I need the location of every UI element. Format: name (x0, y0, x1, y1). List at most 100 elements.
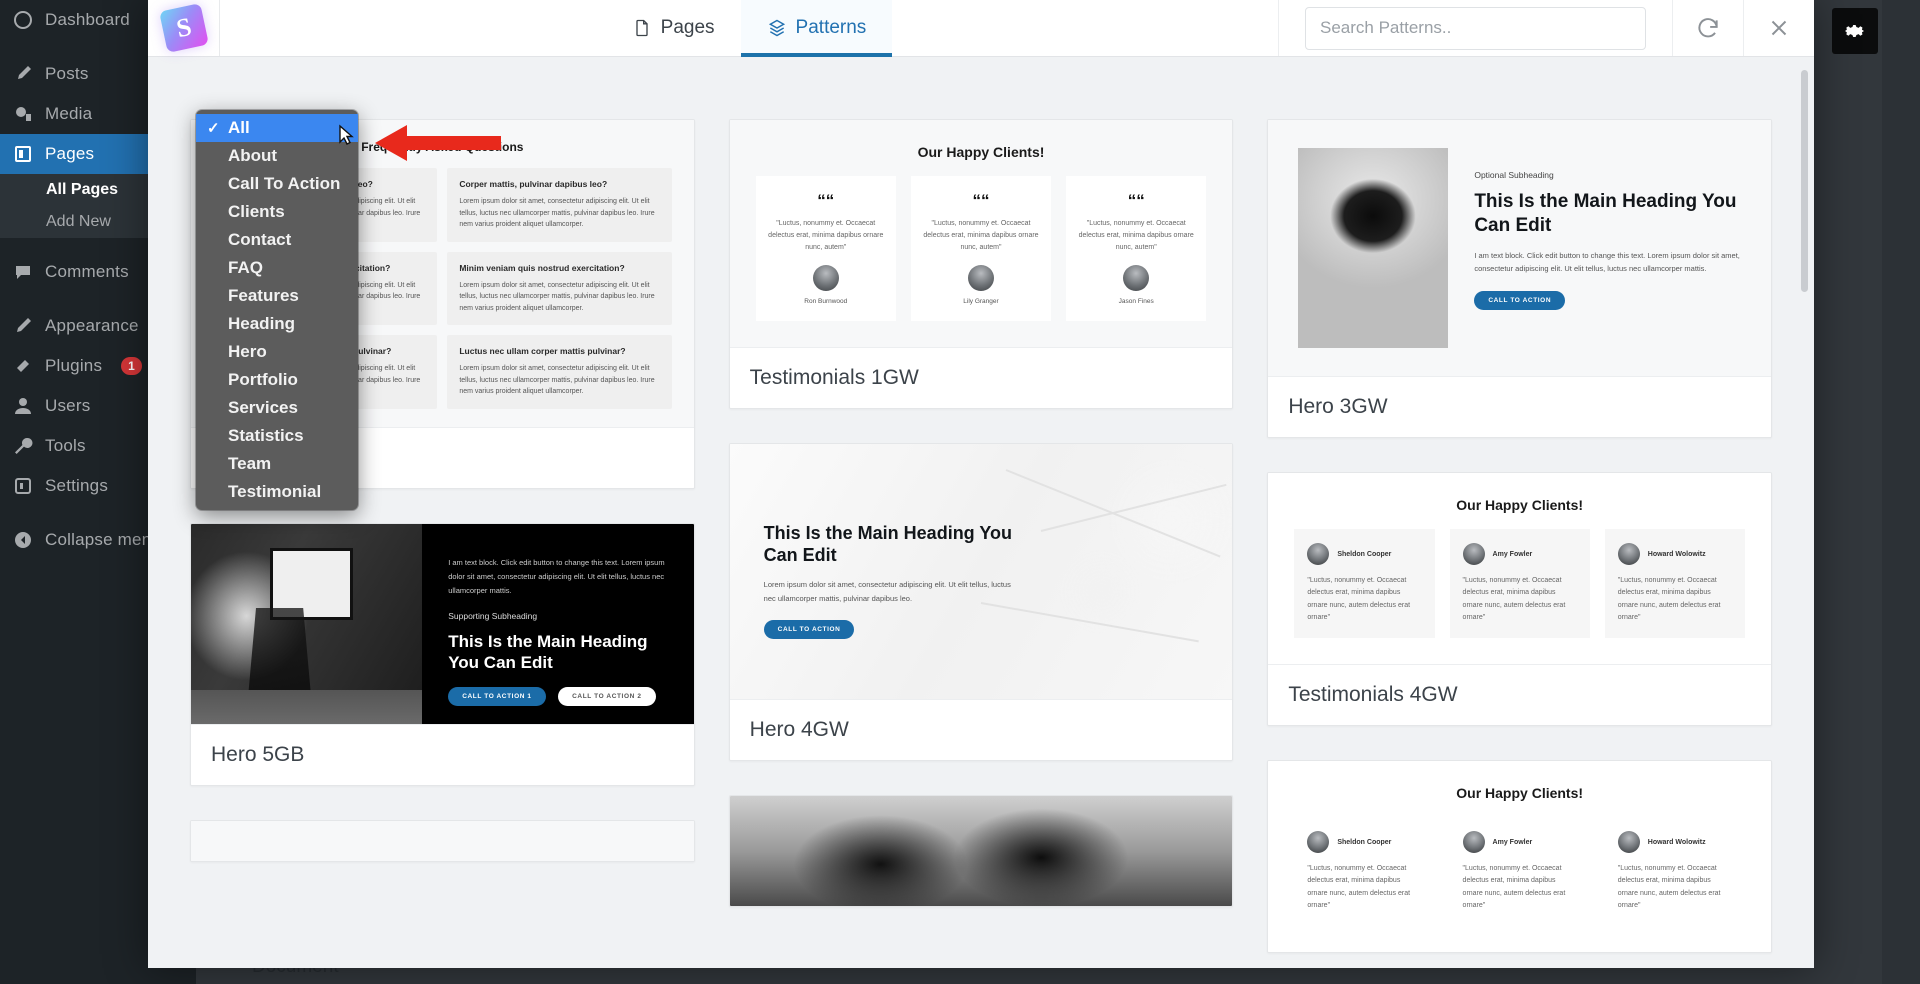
pattern-preview: Optional Subheading This Is the Main Hea… (1268, 120, 1771, 376)
pattern-card-partial-dark[interactable] (728, 794, 1234, 907)
submenu-label: Add New (46, 213, 111, 230)
hero-image: This Is the Main Heading You Can Edit Lo… (729, 443, 1233, 699)
dropdown-option-label: FAQ (228, 258, 263, 277)
pattern-card-hero-5gb[interactable]: I am text block. Click edit button to ch… (190, 522, 695, 786)
dropdown-option-clients[interactable]: Clients (196, 198, 358, 226)
close-button[interactable] (1743, 0, 1814, 56)
pattern-card-hero-3gw[interactable]: Optional Subheading This Is the Main Hea… (1267, 119, 1772, 438)
dropdown-option-faq[interactable]: FAQ (196, 254, 358, 282)
dropdown-option-team[interactable]: Team (196, 450, 358, 478)
logo-cell: S (148, 0, 220, 56)
pattern-card-testimonials-5gw[interactable]: Our Happy Clients! Sheldon Cooper "Luctu… (1267, 760, 1772, 953)
testimonial-quote: "Luctus, nonummy et. Occaecat delectus e… (1462, 577, 1566, 621)
pattern-name: Hero 3GW (1268, 376, 1771, 437)
dropdown-option-services[interactable]: Services (196, 394, 358, 422)
dropdown-option-contact[interactable]: Contact (196, 226, 358, 254)
dropdown-option-label: Statistics (228, 426, 304, 445)
testimonial-item: Howard Wolowitz "Luctus, nonummy et. Occ… (1604, 529, 1745, 638)
pattern-name: Hero 5GB (191, 723, 694, 785)
dropdown-option-label: Contact (228, 230, 292, 249)
hero-text: I am text block. Click edit button to ch… (1474, 250, 1740, 274)
pattern-card-hero-4gw[interactable]: This Is the Main Heading You Can Edit Lo… (728, 442, 1234, 761)
testimonial-items: ““ "Luctus, nonummy et. Occaecat delectu… (730, 176, 1233, 347)
dropdown-option-label: Testimonial (228, 482, 322, 501)
faq-item: Corper mattis, pulvinar dapibus leo? Lor… (447, 168, 672, 242)
cta-button-1[interactable]: CALL TO ACTION 1 (448, 687, 546, 707)
modal-tabs: Pages Patterns (220, 0, 1278, 57)
dropdown-option-label: Call To Action (228, 174, 341, 193)
gear-icon[interactable] (1832, 8, 1878, 54)
sidebar-label: Tools (45, 436, 86, 455)
pattern-name: Hero 4GW (729, 698, 1233, 760)
dropdown-option-portfolio[interactable]: Portfolio (196, 366, 358, 394)
avatar (967, 264, 994, 291)
preview-heading: Our Happy Clients! (917, 144, 1045, 160)
category-filter-dropdown[interactable]: ✓ All About Call To Action Clients Conta… (196, 110, 358, 510)
dropdown-option-about[interactable]: About (196, 142, 358, 170)
testimonial-quote: "Luctus, nonummy et. Occaecat delectus e… (768, 220, 884, 251)
layers-icon (768, 19, 785, 37)
refresh-icon (1698, 18, 1718, 38)
dropdown-option-call-to-action[interactable]: Call To Action (196, 170, 358, 198)
post-icon (12, 63, 34, 85)
dropdown-option-hero[interactable]: Hero (196, 338, 358, 366)
testimonial-item: ““ "Luctus, nonummy et. Occaecat delectu… (910, 176, 1052, 321)
dropdown-option-features[interactable]: Features (196, 282, 358, 310)
testimonial-item: ““ "Luctus, nonummy et. Occaecat delectu… (1066, 176, 1207, 321)
preview-heading: Our Happy Clients! (1456, 785, 1584, 801)
pattern-card-testimonials-4gw[interactable]: Our Happy Clients! Sheldon Cooper "Luctu… (1267, 472, 1772, 726)
cta-button[interactable]: CALL TO ACTION (1474, 291, 1566, 311)
cta-button[interactable]: CALL TO ACTION (763, 620, 855, 640)
testimonial-name: Sheldon Cooper (1337, 838, 1392, 846)
plugins-icon (12, 355, 34, 377)
faq-answer: Lorem ipsum dolor sit amet, consectetur … (459, 365, 655, 396)
avatar (1617, 543, 1640, 565)
hero-image (191, 523, 423, 724)
patterns-grid-scroll[interactable]: Frequently Asked Questions Corper mattis… (148, 57, 1814, 968)
testimonial-items: Sheldon Cooper "Luctus, nonummy et. Occa… (1268, 529, 1771, 664)
dropdown-option-label: All (228, 118, 250, 137)
search-input[interactable] (1305, 6, 1646, 50)
faq-question: Minim veniam quis nostrud exercitation? (459, 262, 625, 273)
tab-label: Patterns (795, 17, 867, 38)
testimonial-item: Amy Fowler "Luctus, nonummy et. Occaecat… (1449, 817, 1590, 926)
cta-button-2[interactable]: CALL TO ACTION 2 (558, 687, 656, 707)
testimonial-name: Lily Granger (963, 297, 999, 305)
dropdown-option-label: Features (228, 286, 299, 305)
pattern-preview (729, 795, 1233, 906)
hero-body: Optional Subheading This Is the Main Hea… (1474, 148, 1741, 311)
dropdown-option-statistics[interactable]: Statistics (196, 422, 358, 450)
patterns-grid: Frequently Asked Questions Corper mattis… (190, 119, 1772, 953)
sidebar-label: Appearance (45, 316, 139, 335)
appearance-icon (12, 315, 34, 337)
modal-header: S Pages Patterns (148, 0, 1814, 57)
comments-icon (12, 261, 34, 283)
hero-body: This Is the Main Heading You Can Edit Lo… (763, 522, 1015, 640)
pattern-card-testimonials-1gw[interactable]: Our Happy Clients! ““ "Luctus, nonummy e… (728, 119, 1234, 409)
dropdown-option-all[interactable]: ✓ All (196, 114, 358, 142)
faq-question: Corper mattis, pulvinar dapibus leo? (459, 179, 608, 189)
testimonial-item: Sheldon Cooper "Luctus, nonummy et. Occa… (1294, 817, 1435, 926)
faq-answer: Lorem ipsum dolor sit amet, consectetur … (459, 198, 655, 229)
avatar (1123, 264, 1150, 291)
app-logo: S (158, 3, 209, 53)
avatar (1462, 543, 1485, 565)
testimonial-name: Howard Wolowitz (1647, 550, 1706, 558)
pattern-card-partial-bottom[interactable] (190, 819, 695, 862)
avatar (1307, 831, 1330, 853)
hero-text: Lorem ipsum dolor sit amet, consectetur … (763, 579, 1011, 603)
sidebar-label: Pages (45, 144, 95, 163)
testimonial-quote: "Luctus, nonummy et. Occaecat delectus e… (923, 220, 1039, 251)
testimonial-quote: "Luctus, nonummy et. Occaecat delectus e… (1307, 577, 1411, 621)
tab-patterns[interactable]: Patterns (740, 0, 893, 57)
decorative-floor (191, 689, 423, 724)
modal-scrollbar-thumb[interactable] (1801, 70, 1808, 292)
dropdown-option-label: Team (228, 454, 272, 473)
refresh-button[interactable] (1672, 0, 1743, 56)
collapse-icon (12, 529, 34, 551)
dropdown-option-heading[interactable]: Heading (196, 310, 358, 338)
tab-pages[interactable]: Pages (606, 0, 741, 56)
sidebar-label: Settings (45, 476, 109, 495)
modal-header-right (1278, 0, 1814, 56)
dropdown-option-testimonial[interactable]: Testimonial (196, 478, 358, 506)
